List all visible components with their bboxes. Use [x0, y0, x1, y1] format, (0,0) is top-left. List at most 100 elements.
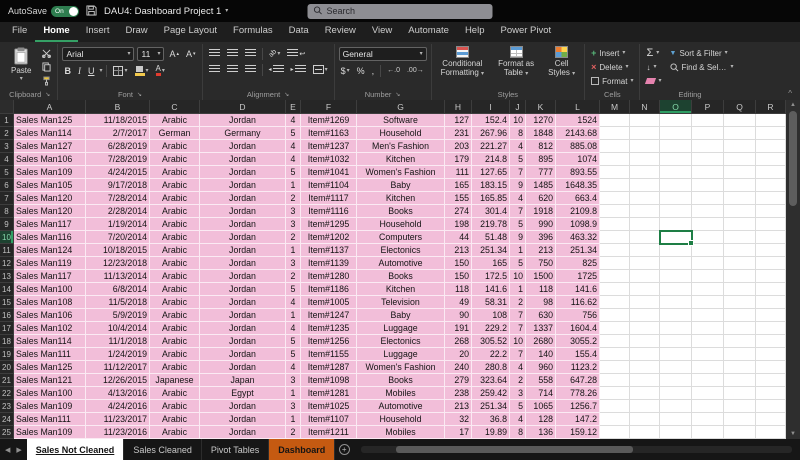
cell-h4[interactable]: 179 — [445, 153, 472, 166]
cell-a23[interactable]: Sales Man109 — [14, 400, 86, 413]
cell-g2[interactable]: Household — [357, 127, 445, 140]
cell-l13[interactable]: 1725 — [556, 270, 600, 283]
menu-tab-draw[interactable]: Draw — [117, 22, 155, 42]
font-name-select[interactable]: Arial ▾ — [62, 47, 135, 61]
cell-p22[interactable] — [692, 387, 724, 400]
row-header-1[interactable]: 1 — [0, 114, 14, 127]
horizontal-scrollbar-thumb[interactable] — [395, 446, 633, 453]
cell-j13[interactable]: 10 — [510, 270, 526, 283]
cell-h21[interactable]: 279 — [445, 374, 472, 387]
cell-b1[interactable]: 11/18/2015 — [86, 114, 150, 127]
column-header-g[interactable]: G — [357, 100, 445, 114]
cut-button[interactable] — [40, 47, 53, 59]
column-header-h[interactable]: H — [445, 100, 472, 114]
cell-e8[interactable]: 3 — [286, 205, 301, 218]
cell-i14[interactable]: 141.6 — [472, 283, 510, 296]
cell-f18[interactable]: Item#1256 — [301, 335, 357, 348]
cell-b25[interactable]: 11/23/2016 — [86, 426, 150, 439]
cell-k5[interactable]: 777 — [526, 166, 556, 179]
cell-a9[interactable]: Sales Man117 — [14, 218, 86, 231]
cell-j1[interactable]: 10 — [510, 114, 526, 127]
cell-c23[interactable]: Arabic — [150, 400, 200, 413]
cell-a14[interactable]: Sales Man100 — [14, 283, 86, 296]
cell-q9[interactable] — [724, 218, 756, 231]
row-header-23[interactable]: 23 — [0, 400, 14, 413]
cell-j11[interactable]: 1 — [510, 244, 526, 257]
cell-q12[interactable] — [724, 257, 756, 270]
cell-f13[interactable]: Item#1280 — [301, 270, 357, 283]
cell-q21[interactable] — [724, 374, 756, 387]
cell-a10[interactable]: Sales Man116 — [14, 231, 86, 244]
cell-l17[interactable]: 1604.4 — [556, 322, 600, 335]
cell-o23[interactable] — [660, 400, 692, 413]
cell-q14[interactable] — [724, 283, 756, 296]
cell-b11[interactable]: 10/18/2015 — [86, 244, 150, 257]
cell-k8[interactable]: 1918 — [526, 205, 556, 218]
cell-f7[interactable]: Item#1117 — [301, 192, 357, 205]
cell-l18[interactable]: 3055.2 — [556, 335, 600, 348]
cell-q13[interactable] — [724, 270, 756, 283]
cell-m1[interactable] — [600, 114, 630, 127]
menu-tab-automate[interactable]: Automate — [400, 22, 457, 42]
cell-n7[interactable] — [630, 192, 660, 205]
cell-h11[interactable]: 213 — [445, 244, 472, 257]
cell-f25[interactable]: Item#1211 — [301, 426, 357, 439]
cell-k18[interactable]: 2680 — [526, 335, 556, 348]
horizontal-scrollbar-track[interactable] — [361, 446, 792, 453]
cell-a4[interactable]: Sales Man106 — [14, 153, 86, 166]
cell-i10[interactable]: 51.48 — [472, 231, 510, 244]
cell-p14[interactable] — [692, 283, 724, 296]
cell-o9[interactable] — [660, 218, 692, 231]
cell-l11[interactable]: 251.34 — [556, 244, 600, 257]
cell-j7[interactable]: 4 — [510, 192, 526, 205]
cell-g10[interactable]: Computers — [357, 231, 445, 244]
cell-l23[interactable]: 1256.7 — [556, 400, 600, 413]
cell-q20[interactable] — [724, 361, 756, 374]
cell-r6[interactable] — [756, 179, 786, 192]
cell-j19[interactable]: 7 — [510, 348, 526, 361]
menu-tab-home[interactable]: Home — [35, 22, 78, 42]
cell-k13[interactable]: 1500 — [526, 270, 556, 283]
row-header-25[interactable]: 25 — [0, 426, 14, 439]
cell-d4[interactable]: Jordan — [200, 153, 286, 166]
cell-f4[interactable]: Item#1032 — [301, 153, 357, 166]
cell-h2[interactable]: 231 — [445, 127, 472, 140]
cell-c25[interactable]: Arabic — [150, 426, 200, 439]
cell-m13[interactable] — [600, 270, 630, 283]
cell-c7[interactable]: Arabic — [150, 192, 200, 205]
cell-o20[interactable] — [660, 361, 692, 374]
cell-j4[interactable]: 5 — [510, 153, 526, 166]
cell-h13[interactable]: 150 — [445, 270, 472, 283]
column-header-e[interactable]: E — [286, 100, 301, 114]
cell-q10[interactable] — [724, 231, 756, 244]
cell-p3[interactable] — [692, 140, 724, 153]
cell-p1[interactable] — [692, 114, 724, 127]
increase-decimal-button[interactable]: ←.0 — [385, 64, 402, 77]
cell-a3[interactable]: Sales Man127 — [14, 140, 86, 153]
cell-c4[interactable]: Arabic — [150, 153, 200, 166]
cell-p4[interactable] — [692, 153, 724, 166]
row-header-9[interactable]: 9 — [0, 218, 14, 231]
cell-l12[interactable]: 825 — [556, 257, 600, 270]
column-header-l[interactable]: L — [556, 100, 600, 114]
bold-button[interactable]: B — [62, 64, 73, 77]
cell-g23[interactable]: Automotive — [357, 400, 445, 413]
cell-g9[interactable]: Household — [357, 218, 445, 231]
cell-n25[interactable] — [630, 426, 660, 439]
cell-m11[interactable] — [600, 244, 630, 257]
cell-o22[interactable] — [660, 387, 692, 400]
cell-b20[interactable]: 11/12/2017 — [86, 361, 150, 374]
cell-p6[interactable] — [692, 179, 724, 192]
cell-d5[interactable]: Jordan — [200, 166, 286, 179]
row-header-4[interactable]: 4 — [0, 153, 14, 166]
cell-f16[interactable]: Item#1247 — [301, 309, 357, 322]
menu-tab-help[interactable]: Help — [457, 22, 493, 42]
cell-n2[interactable] — [630, 127, 660, 140]
cell-p19[interactable] — [692, 348, 724, 361]
copy-button[interactable] — [40, 61, 53, 73]
cell-g3[interactable]: Men's Fashion — [357, 140, 445, 153]
row-header-16[interactable]: 16 — [0, 309, 14, 322]
format-cells-button[interactable]: Format ▾ — [589, 75, 635, 87]
select-all-corner[interactable] — [0, 100, 14, 114]
cell-a21[interactable]: Sales Man121 — [14, 374, 86, 387]
